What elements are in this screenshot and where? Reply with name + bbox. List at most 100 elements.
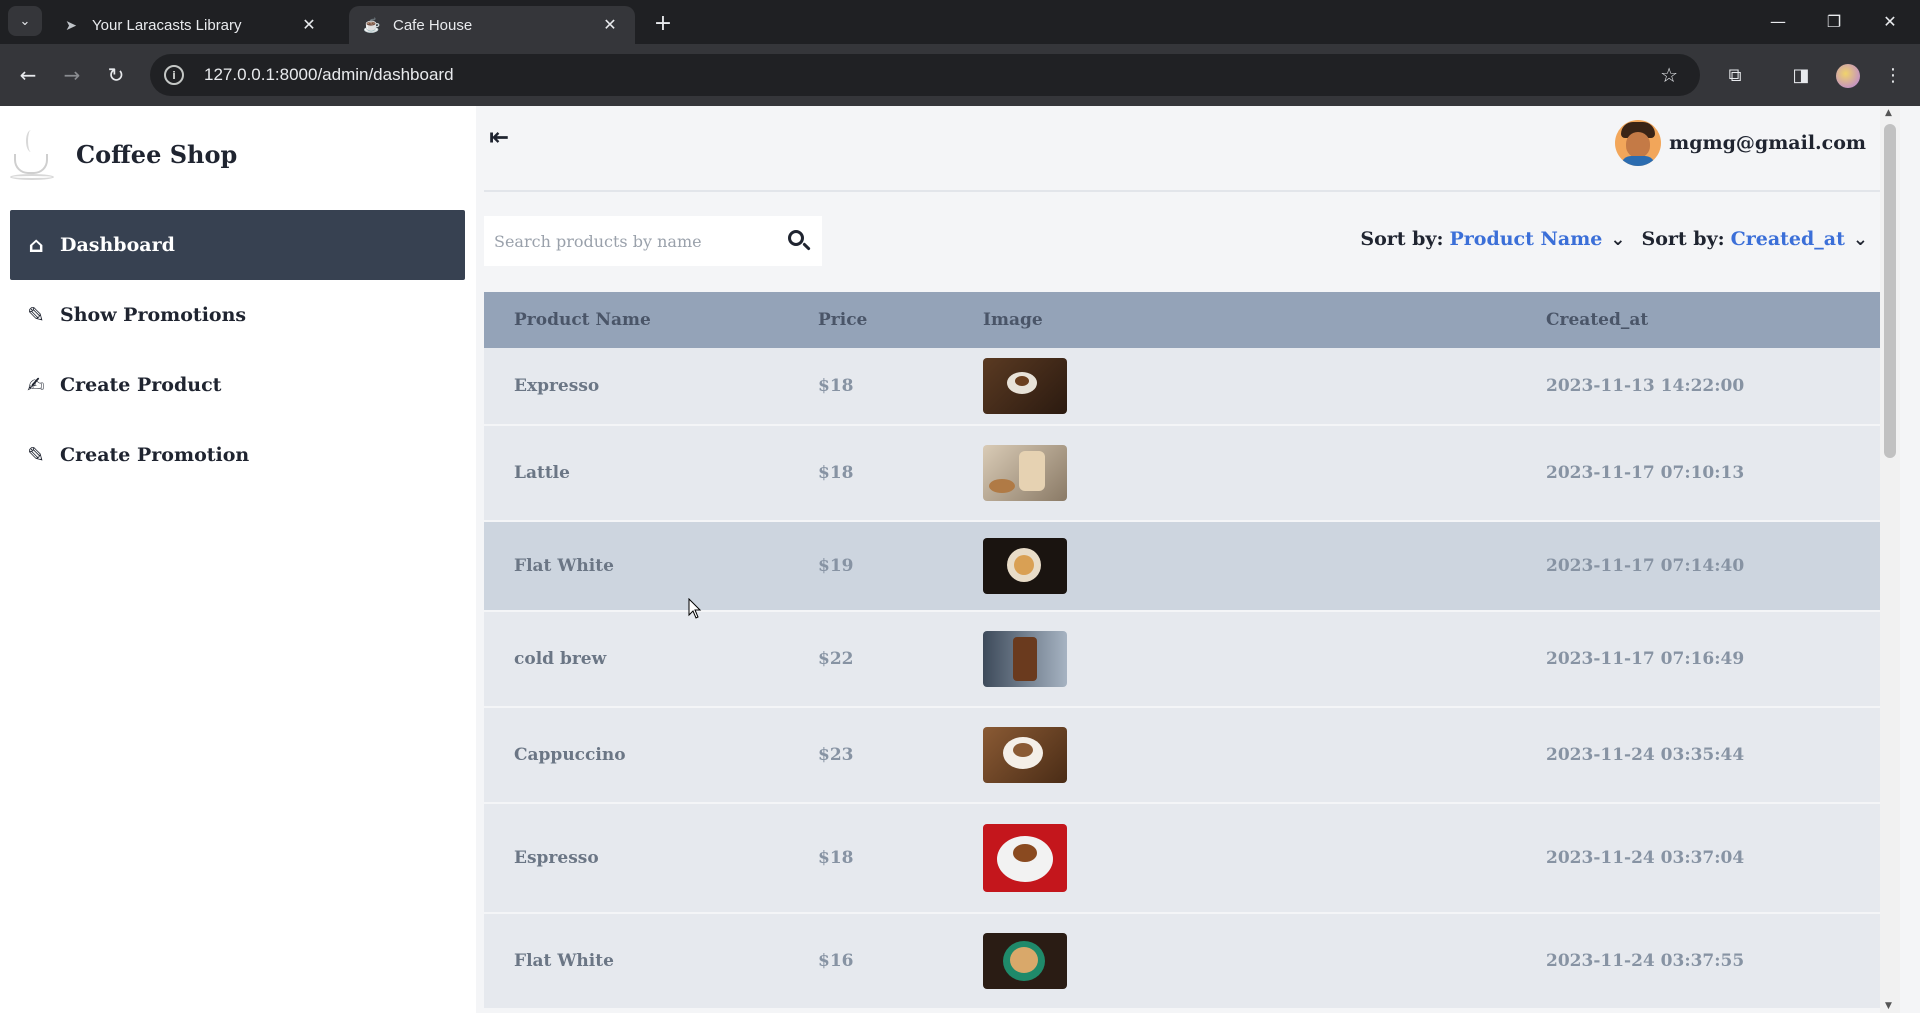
avatar[interactable] [1615,120,1662,166]
back-button[interactable]: ← [10,57,46,93]
mouse-cursor-icon [688,598,702,619]
search-input[interactable] [494,231,774,251]
cold-brew-glass-image [983,631,1067,687]
table-header-row: Product Name Price Image Created_at [484,292,1888,348]
chevron-down-icon[interactable]: ⌄ [1610,229,1625,250]
table-row[interactable]: Flat White $16 2023-11-24 03:37:55 [484,913,1888,1009]
sort-label: Sort by: [1641,228,1725,250]
forward-button[interactable]: → [54,57,90,93]
scroll-down-icon[interactable]: ▼ [1885,1001,1892,1011]
restore-icon: ❐ [1826,11,1842,31]
column-header-image: Image [983,310,1043,330]
site-info-icon[interactable]: i [164,65,184,85]
latte-glass-image [983,445,1067,501]
column-header-price: Price [818,310,868,330]
cappuccino-cup-image [983,727,1067,783]
header-divider [484,190,1888,192]
sidebar-item-label: Dashboard [60,234,175,256]
user-email[interactable]: mgmg@gmail.com [1669,132,1866,154]
address-bar[interactable]: i 127.0.0.1:8000/admin/dashboard ☆ [150,54,1700,96]
price-cell: $22 [818,649,854,669]
brand-name: Coffee Shop [76,139,238,169]
search-box [484,216,822,266]
price-cell: $18 [818,463,854,483]
price-cell: $18 [818,848,854,868]
tab-title: Your Laracasts Library [92,16,242,34]
sidebar-item-create-promotion[interactable]: ✎ Create Promotion [10,420,465,490]
column-header-product-name: Product Name [514,310,651,330]
chevron-down-icon: ⌄ [19,13,31,29]
close-window-button[interactable]: ✕ [1862,0,1918,42]
created-at-cell: 2023-11-13 14:22:00 [1546,376,1745,396]
sidebar: Coffee Shop ⌂ Dashboard ✎ Show Promotion… [0,106,476,1013]
product-name-cell: Espresso [514,848,599,868]
image-cell [953,803,1516,913]
table-row[interactable]: cold brew $22 2023-11-17 07:16:49 [484,611,1888,707]
main-content: ⇤ mgmg@gmail.com Sort by: Product Name ⌄… [476,106,1900,1013]
flat-white-cup-image [983,538,1067,594]
profile-avatar-icon[interactable] [1836,64,1860,88]
products-table: Product Name Price Image Created_at Expr… [484,292,1888,1010]
price-cell: $19 [818,556,854,576]
plus-icon: + [653,10,673,36]
chevron-down-icon[interactable]: ⌄ [1853,229,1868,250]
browser-tab-cafe-house[interactable]: ☕ Cafe House ✕ [349,6,635,44]
more-menu-icon[interactable]: ⋮ [1876,58,1910,92]
table-row[interactable]: Lattle $18 2023-11-17 07:10:13 [484,425,1888,521]
home-icon: ⌂ [28,233,44,257]
reload-button[interactable]: ↻ [98,57,134,93]
new-tab-button[interactable]: + [648,8,678,38]
browser-tab-laracasts[interactable]: ➤ Your Laracasts Library ✕ [48,6,334,44]
price-cell: $18 [818,376,854,396]
pen-icon: ✎ [27,443,45,467]
image-cell [953,611,1516,707]
table-row[interactable]: Cappuccino $23 2023-11-24 03:35:44 [484,707,1888,803]
logout-icon[interactable]: ⇤ [484,122,514,152]
product-name-cell: Lattle [514,463,570,483]
sort-label: Sort by: [1360,228,1444,250]
page-scrollbar[interactable]: ▲ ▼ [1880,106,1900,1013]
search-icon[interactable] [786,228,812,254]
close-icon[interactable]: ✕ [298,14,320,36]
side-panel-icon[interactable]: ◨ [1784,58,1818,92]
scroll-up-icon[interactable]: ▲ [1885,108,1892,118]
created-at-cell: 2023-11-17 07:14:40 [1546,556,1745,576]
sidebar-item-create-product[interactable]: ✍ Create Product [10,350,465,420]
sidebar-item-label: Create Product [60,374,222,396]
arrow-right-icon: → [63,63,81,87]
product-name-cell: Expresso [514,376,600,396]
sidebar-item-label: Show Promotions [60,304,247,326]
sidebar-item-show-promotions[interactable]: ✎ Show Promotions [10,280,465,350]
sort-created-at-dropdown[interactable]: Sort by: Created_at ⌄ [1641,228,1868,250]
sidebar-item-dashboard[interactable]: ⌂ Dashboard [10,210,465,280]
bookmark-star-icon[interactable]: ☆ [1660,63,1678,87]
tab-title: Cafe House [393,16,473,34]
close-icon[interactable]: ✕ [599,14,621,36]
product-name-cell: Flat White [514,951,614,971]
user-menu[interactable]: mgmg@gmail.com [1615,120,1866,166]
url-text[interactable]: 127.0.0.1:8000/admin/dashboard [204,65,454,85]
price-cell: $23 [818,745,854,765]
product-name-cell: cold brew [514,649,607,669]
sort-value[interactable]: Created_at [1731,228,1845,250]
scrollbar-thumb[interactable] [1884,124,1896,458]
paper-plane-icon: ➤ [65,16,77,33]
tab-search-button[interactable]: ⌄ [8,6,42,36]
table-row[interactable]: Expresso $18 2023-11-13 14:22:00 [484,348,1888,425]
coffee-icon: ☕ [363,16,381,33]
created-at-cell: 2023-11-24 03:37:55 [1546,951,1745,971]
image-cell [953,707,1516,803]
sort-product-name-dropdown[interactable]: Sort by: Product Name ⌄ [1360,228,1625,250]
sort-value[interactable]: Product Name [1449,228,1602,250]
restore-button[interactable]: ❐ [1806,0,1862,42]
created-at-cell: 2023-11-24 03:35:44 [1546,745,1745,765]
flat-white-green-image [983,933,1067,989]
minimize-button[interactable]: — [1750,0,1806,42]
image-cell [953,348,1516,425]
sidebar-nav: ⌂ Dashboard ✎ Show Promotions ✍ Create P… [10,210,465,490]
table-row[interactable]: Espresso $18 2023-11-24 03:37:04 [484,803,1888,913]
brand[interactable]: Coffee Shop [10,124,237,184]
extensions-icon[interactable]: ⧉ [1718,58,1752,92]
edit-icon: ✍ [27,373,45,397]
browser-toolbar: ← → ↻ i 127.0.0.1:8000/admin/dashboard ☆… [0,44,1920,106]
